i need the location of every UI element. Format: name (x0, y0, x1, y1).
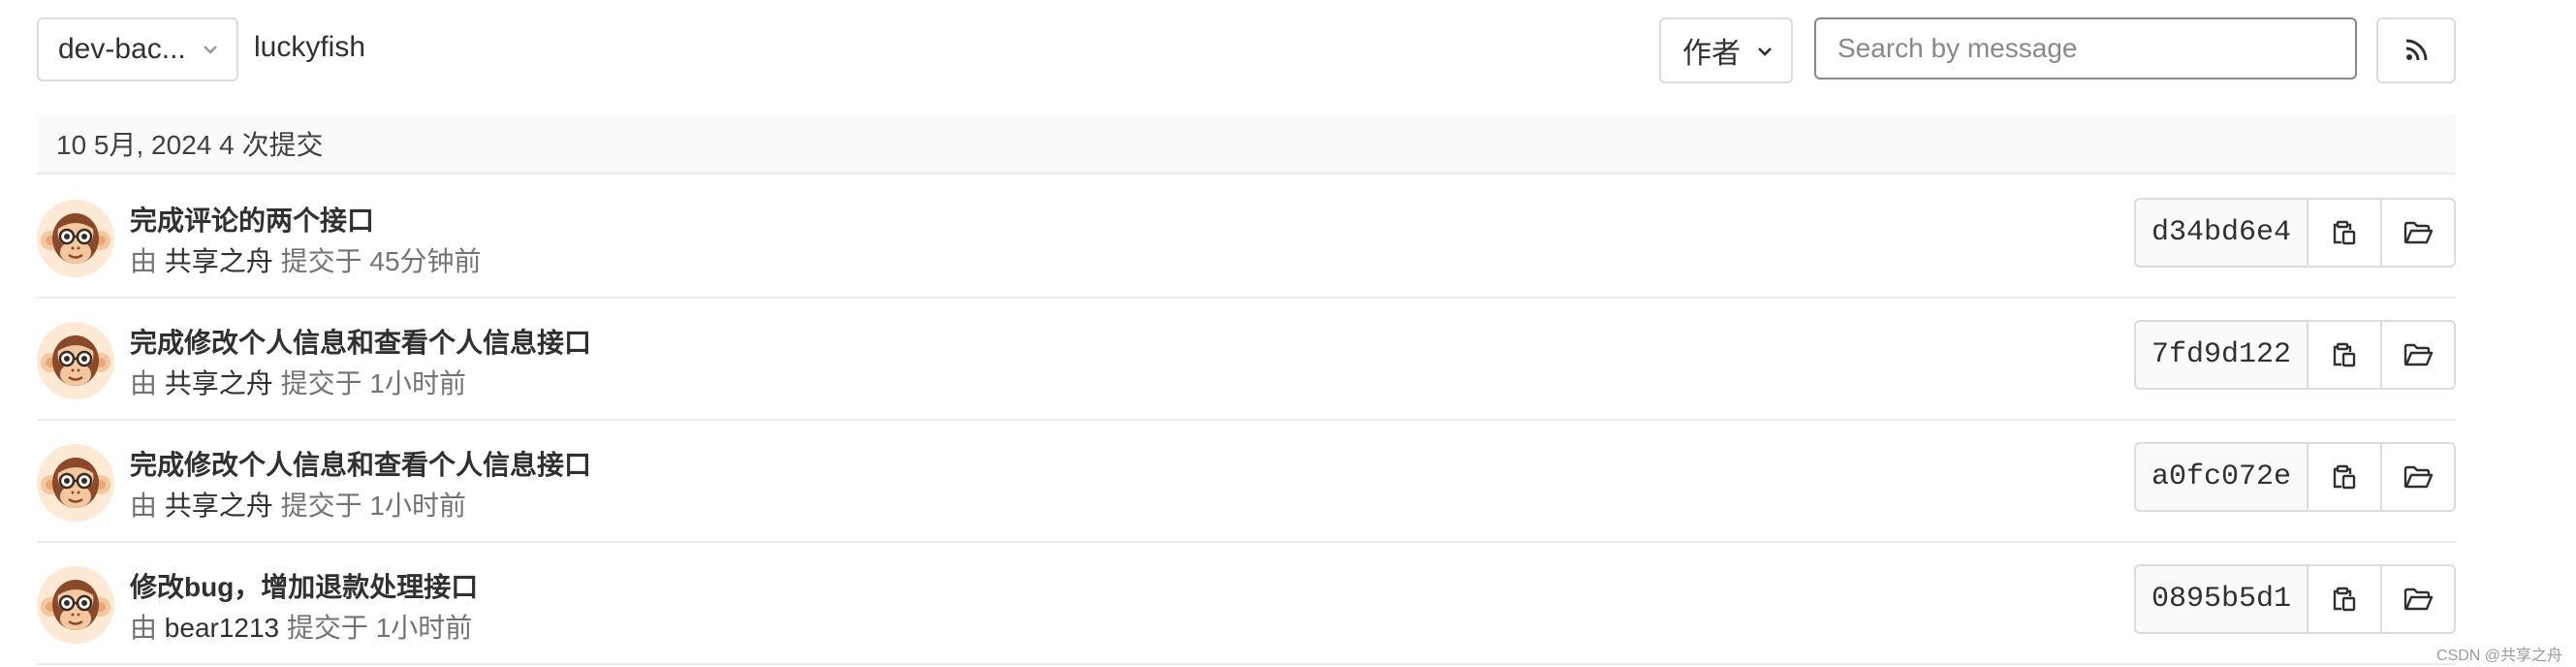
commit-author[interactable]: bear1213 (165, 613, 279, 643)
browse-files-button[interactable] (2382, 442, 2456, 512)
clipboard-icon (2331, 219, 2358, 246)
commit-title[interactable]: 完成修改个人信息和查看个人信息接口 (130, 322, 591, 361)
browse-files-button[interactable] (2382, 198, 2456, 268)
monkey-avatar[interactable] (37, 444, 114, 522)
commit-title[interactable]: 修改bug，增加退款处理接口 (130, 566, 478, 605)
rss-feed-button[interactable] (2376, 17, 2456, 83)
chevron-down-icon (1758, 48, 1772, 56)
copy-sha-button[interactable] (2309, 320, 2382, 390)
rss-icon (2405, 39, 2428, 61)
clipboard-icon (2331, 463, 2358, 491)
commit-row: 修改bug，增加退款处理接口 由 bear1213 提交于 1小时前 0895b… (37, 543, 2456, 665)
commit-by-label: 由 (130, 246, 158, 276)
copy-sha-button[interactable] (2309, 564, 2382, 634)
clipboard-icon (2331, 341, 2358, 368)
commit-meta: 由 共享之舟 提交于 1小时前 (130, 485, 466, 524)
commit-row: 完成修改个人信息和查看个人信息接口 由 共享之舟 提交于 1小时前 7fd9d1… (37, 299, 2456, 421)
commit-sha-group: 7fd9d122 (2134, 320, 2456, 390)
commit-author[interactable]: 共享之舟 (165, 368, 273, 398)
commit-sha-group: a0fc072e (2134, 442, 2456, 512)
commit-sha-group: d34bd6e4 (2134, 198, 2456, 268)
commit-sha[interactable]: 7fd9d122 (2134, 320, 2309, 390)
browse-files-button[interactable] (2382, 564, 2456, 634)
copy-sha-button[interactable] (2309, 198, 2382, 268)
folder-open-icon (2403, 586, 2434, 613)
commit-meta: 由 共享之舟 提交于 1小时前 (130, 363, 466, 401)
search-by-message-input[interactable] (1814, 17, 2357, 79)
commit-time: 提交于 1小时前 (280, 368, 466, 398)
commit-sha-group: 0895b5d1 (2134, 564, 2456, 634)
commit-time: 提交于 1小时前 (286, 613, 473, 643)
copy-sha-button[interactable] (2309, 442, 2382, 512)
commit-time: 提交于 45分钟前 (280, 246, 482, 276)
commit-by-label: 由 (130, 613, 158, 643)
commit-author[interactable]: 共享之舟 (165, 491, 273, 521)
commit-meta: 由 共享之舟 提交于 45分钟前 (130, 240, 482, 279)
folder-open-icon (2403, 341, 2434, 368)
commit-sha[interactable]: d34bd6e4 (2134, 198, 2309, 268)
commit-by-label: 由 (130, 368, 158, 398)
commit-sha[interactable]: 0895b5d1 (2134, 564, 2309, 634)
branch-dropdown-label: dev-bac... (58, 33, 186, 65)
folder-open-icon (2403, 219, 2434, 246)
branch-dropdown[interactable]: dev-bac... (37, 17, 238, 81)
watermark: CSDN @共享之舟 (2435, 648, 2562, 664)
commit-author[interactable]: 共享之舟 (165, 246, 273, 276)
commit-meta: 由 bear1213 提交于 1小时前 (130, 607, 472, 646)
commits-toolbar: dev-bac... luckyfish 作者 (0, 0, 2576, 101)
monkey-avatar[interactable] (37, 566, 114, 644)
commit-day-header: 10 5月, 2024 4 次提交 (37, 114, 2456, 175)
commit-by-label: 由 (130, 491, 158, 521)
commit-title[interactable]: 完成修改个人信息和查看个人信息接口 (130, 444, 591, 483)
commit-sha[interactable]: a0fc072e (2134, 442, 2309, 512)
author-filter-label: 作者 (1682, 38, 1741, 70)
monkey-avatar[interactable] (37, 200, 114, 277)
monkey-avatar[interactable] (37, 322, 114, 399)
path-breadcrumb[interactable]: luckyfish (254, 31, 365, 64)
folder-open-icon (2403, 463, 2434, 491)
commit-time: 提交于 1小时前 (280, 491, 466, 521)
commit-title[interactable]: 完成评论的两个接口 (130, 200, 374, 238)
clipboard-icon (2331, 586, 2358, 613)
commit-row: 完成修改个人信息和查看个人信息接口 由 共享之舟 提交于 1小时前 a0fc07… (37, 421, 2456, 543)
author-filter-dropdown[interactable]: 作者 (1659, 17, 1793, 83)
browse-files-button[interactable] (2382, 320, 2456, 390)
commit-row: 完成评论的两个接口 由 共享之舟 提交于 45分钟前 d34bd6e4 (37, 176, 2456, 299)
chevron-down-icon (204, 46, 217, 54)
